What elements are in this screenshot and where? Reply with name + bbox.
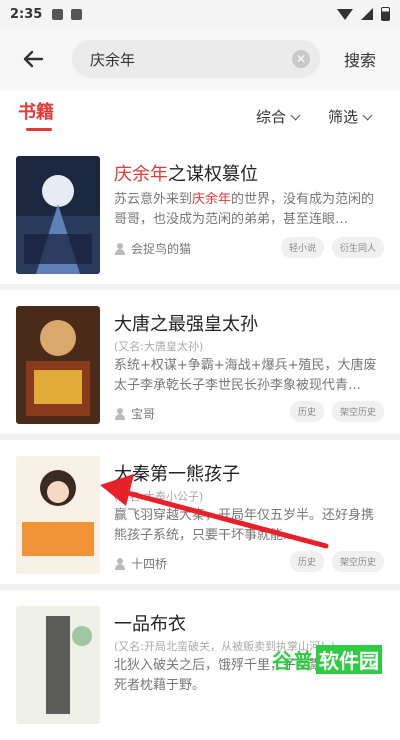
book-tag: 轻小说 bbox=[280, 237, 324, 258]
watermark-box: 软件园 bbox=[316, 644, 382, 674]
book-tags: 轻小说 衍生同人 bbox=[280, 237, 384, 258]
book-author: 十四桥 bbox=[114, 555, 167, 572]
book-title: 一品布衣 bbox=[114, 614, 186, 635]
book-description: 赢飞羽穿越大秦，开局年仅五岁半。还好身携熊孩子系统，只要干坏事就能… bbox=[114, 508, 375, 543]
image-notification-icon bbox=[52, 8, 64, 20]
book-tag: 历史 bbox=[289, 401, 324, 422]
signal-icon bbox=[361, 8, 373, 20]
tab-books[interactable]: 书籍 bbox=[18, 98, 54, 124]
wifi-icon bbox=[337, 8, 353, 20]
book-cover-image bbox=[16, 306, 100, 424]
chevron-down-icon bbox=[290, 110, 301, 121]
watermark-text: 谷普 bbox=[272, 648, 314, 673]
status-bar: 2:35 bbox=[0, 0, 400, 28]
book-description: 苏云意外来到庆余年的世界，没有成为范闲的哥哥，也没成为范闲的弟弟，甚至连眼… bbox=[114, 192, 375, 227]
book-cover-image bbox=[16, 606, 100, 724]
book-title: 大唐之最强皇太孙 bbox=[114, 314, 258, 335]
clear-icon[interactable]: ✕ bbox=[292, 50, 310, 68]
filter-tabs: 书籍 综合 筛选 bbox=[0, 90, 400, 140]
sort-dropdown[interactable]: 综合 bbox=[256, 106, 301, 127]
book-item[interactable]: 庆余年之谋权篡位 苏云意外来到庆余年的世界，没有成为范闲的哥哥，也没成为范闲的弟… bbox=[0, 140, 400, 290]
back-arrow-icon[interactable] bbox=[18, 44, 48, 74]
status-time: 2:35 bbox=[10, 6, 43, 22]
filter-dropdown[interactable]: 筛选 bbox=[328, 106, 373, 127]
app-notification-icon bbox=[71, 8, 83, 20]
book-tags: 历史 架空历史 bbox=[289, 401, 384, 422]
sort-label: 综合 bbox=[256, 108, 287, 126]
book-tag: 衍生同人 bbox=[331, 237, 384, 258]
book-item[interactable]: 大秦第一熊孩子 (又名:大秦小公子) 赢飞羽穿越大秦，开局年仅五岁半。还好身携熊… bbox=[0, 440, 400, 590]
book-author: 宝哥 bbox=[114, 405, 155, 422]
active-tab-indicator bbox=[26, 128, 52, 131]
book-tags: 历史 架空历史 bbox=[289, 551, 384, 572]
watermark-logo: 谷普 软件园 bbox=[272, 642, 392, 676]
book-alias: (又名:大唐皇太孙) bbox=[114, 340, 204, 353]
search-header: 庆余年 ✕ 搜索 bbox=[0, 28, 400, 90]
search-query-text: 庆余年 bbox=[90, 51, 136, 69]
author-icon bbox=[114, 242, 126, 255]
book-alias: (又名:大秦小公子) bbox=[114, 490, 204, 503]
book-tag: 架空历史 bbox=[331, 401, 384, 422]
book-item[interactable]: 大唐之最强皇太孙 (又名:大唐皇太孙) 系统+权谋+争霸+海战+爆兵+殖民，大唐… bbox=[0, 290, 400, 440]
battery-icon bbox=[381, 7, 390, 21]
book-tag: 架空历史 bbox=[331, 551, 384, 572]
book-title: 大秦第一熊孩子 bbox=[114, 464, 240, 485]
book-tag: 历史 bbox=[289, 551, 324, 572]
filter-label: 筛选 bbox=[328, 108, 359, 126]
author-icon bbox=[114, 557, 126, 570]
book-cover-image bbox=[16, 456, 100, 574]
book-author: 会捉鸟的猫 bbox=[114, 240, 191, 257]
search-button[interactable]: 搜索 bbox=[344, 47, 376, 71]
book-title: 庆余年之谋权篡位 bbox=[114, 164, 258, 185]
book-cover-image bbox=[16, 156, 100, 274]
chevron-down-icon bbox=[362, 110, 373, 121]
author-icon bbox=[114, 407, 126, 420]
search-input[interactable]: 庆余年 ✕ bbox=[72, 40, 320, 78]
book-description: 系统+权谋+争霸+海战+爆兵+殖民，大唐废太子李承乾长子李世民长孙李象被现代青… bbox=[114, 358, 377, 393]
